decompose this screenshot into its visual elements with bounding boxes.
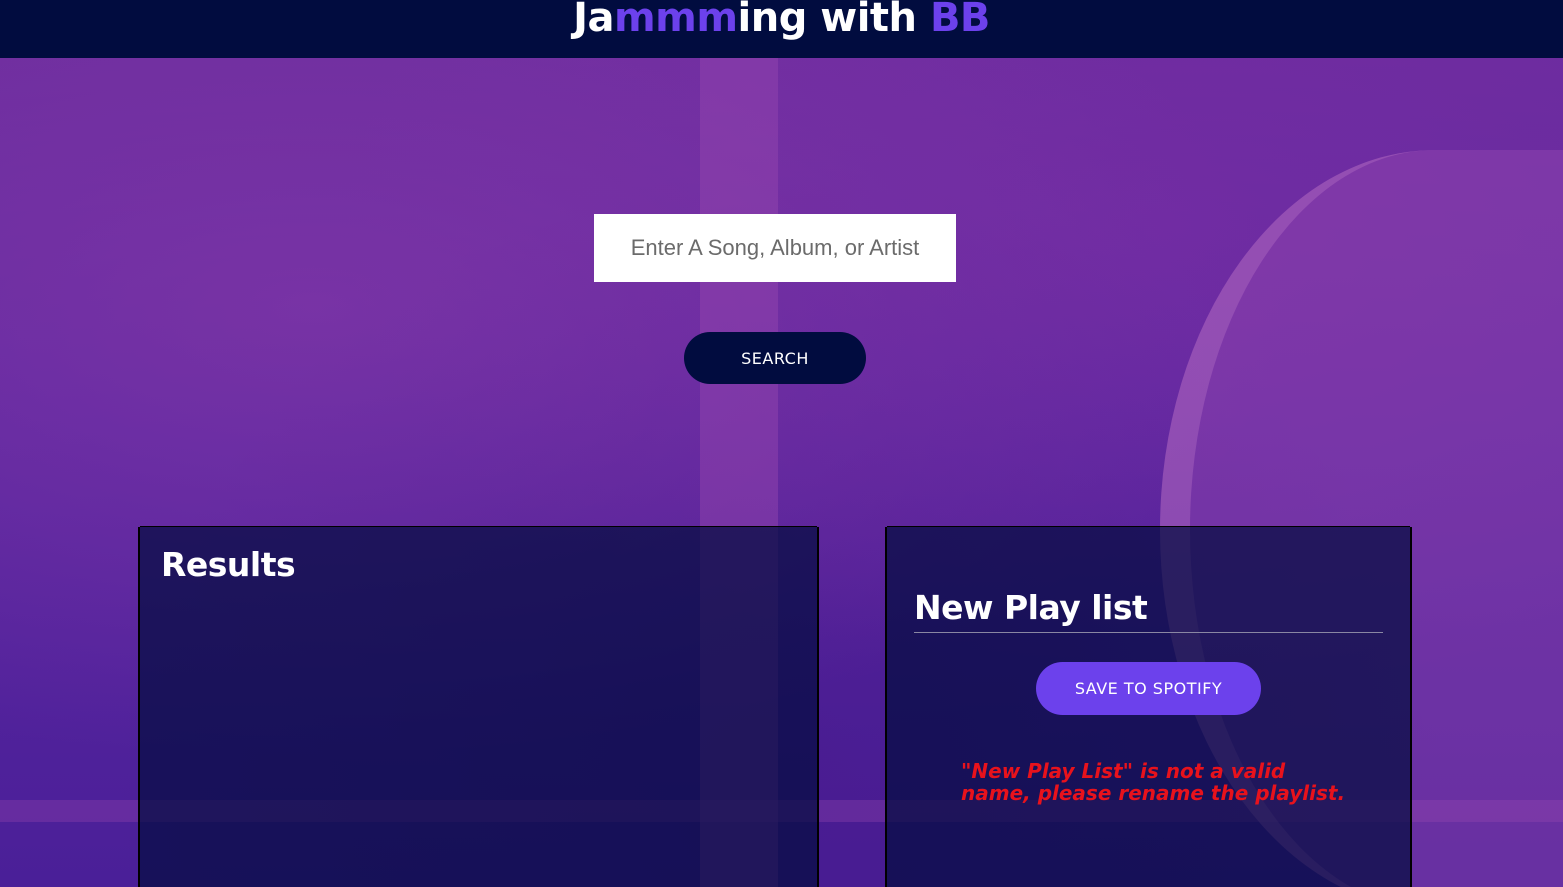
search-input[interactable] [594,214,956,282]
app-title: Jammming with BB [0,0,1563,48]
app-page: Jammming with BB SEARCH Results SAVE TO … [0,0,1563,887]
results-panel: Results [140,527,817,887]
title-accent: BB [929,0,990,41]
search-button[interactable]: SEARCH [684,332,866,384]
results-title: Results [161,545,296,584]
title-part: ing with [737,0,930,41]
title-part: Ja [573,0,614,41]
playlist-name-input[interactable] [914,583,1383,633]
title-accent: mmm [613,0,738,41]
playlist-panel: SAVE TO SPOTIFY "New Play List" is not a… [887,527,1410,887]
save-to-spotify-button[interactable]: SAVE TO SPOTIFY [1036,662,1261,715]
playlist-error-message: "New Play List" is not a valid name, ple… [961,759,1346,805]
app-header: Jammming with BB [0,0,1563,58]
